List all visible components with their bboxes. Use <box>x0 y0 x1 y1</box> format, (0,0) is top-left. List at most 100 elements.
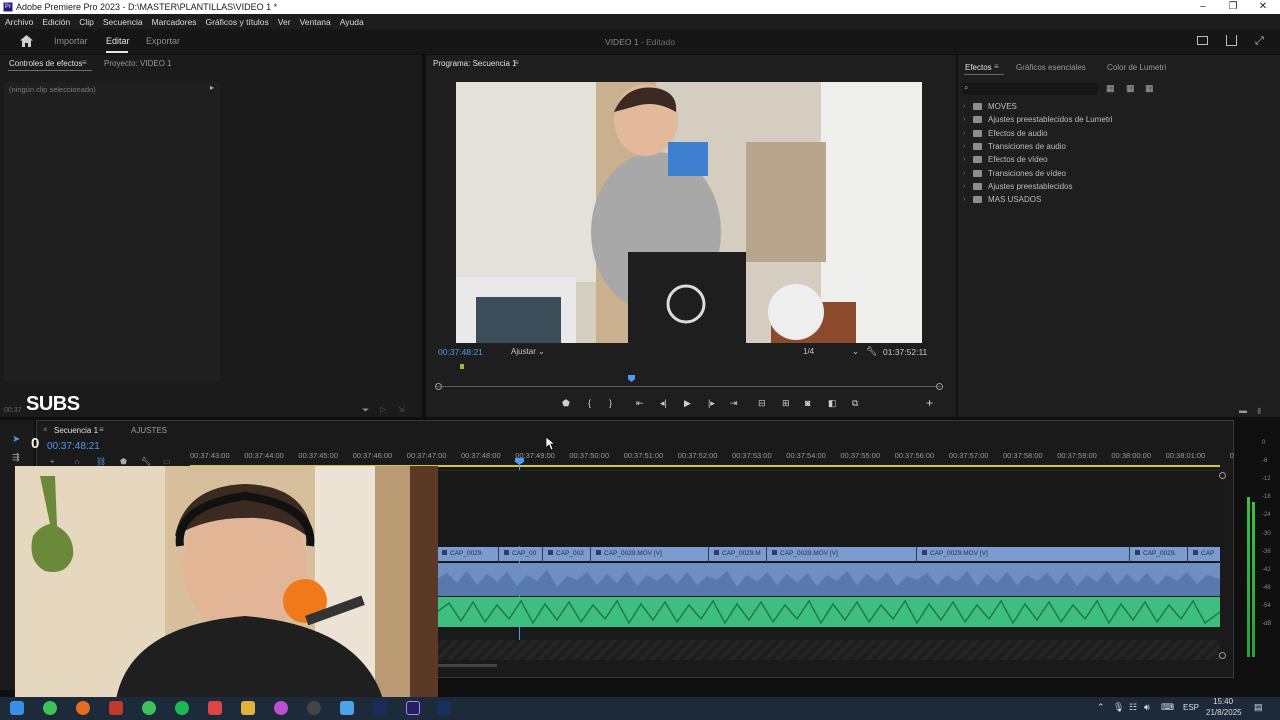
video-clip[interactable]: CAP <box>1188 547 1220 561</box>
effects-folder-lumetri-presets[interactable]: › Ajustes preestablecidos de Lumetri <box>963 113 1263 126</box>
tab-effects[interactable]: Efectos <box>965 63 992 72</box>
video-clip[interactable]: CAP_0029.MOV [V] <box>767 547 917 561</box>
play-icon[interactable]: ▶ <box>684 398 691 409</box>
step-back-icon[interactable]: ◂| <box>660 398 667 409</box>
video-clip[interactable]: CAP_002 <box>543 547 591 561</box>
fullscreen-icon[interactable]: ⤢ <box>1255 35 1264 48</box>
proxy-toggle-icon[interactable]: ⧉ <box>852 398 858 409</box>
export-frame-icon[interactable]: ⇲ <box>398 405 405 414</box>
network-icon[interactable]: ☷ <box>1129 702 1137 713</box>
audio-track-2[interactable] <box>436 597 1221 627</box>
tab-essential-graphics[interactable]: Gráficos esenciales <box>1016 63 1086 72</box>
taskbar-date[interactable]: 21/8/2025 <box>1206 708 1242 717</box>
add-marker-icon[interactable]: ⬟ <box>562 398 570 409</box>
linked-selection-icon[interactable]: ⛓︎ <box>96 457 106 466</box>
language-indicator[interactable]: ESP <box>1183 703 1199 712</box>
tab-effect-controls[interactable]: Controles de efectos <box>9 59 82 68</box>
selection-tool-icon[interactable]: ➤ <box>12 434 20 445</box>
scrubber-end-handle[interactable] <box>936 383 943 390</box>
effects-folder-video-transitions[interactable]: › Transiciones de vídeo <box>963 166 1263 179</box>
effects-folder-presets[interactable]: › Ajustes preestablecidos <box>963 180 1263 193</box>
minimize-icon[interactable]: – <box>1188 0 1218 14</box>
spotify-icon[interactable] <box>175 701 189 715</box>
sequence-menu-icon[interactable]: ≡ <box>99 425 104 434</box>
tab-ajustes[interactable]: AJUSTES <box>131 426 167 435</box>
panel-menu-icon[interactable]: ≡ <box>82 58 87 67</box>
accelerated-effects-icon[interactable]: ▦ <box>1106 83 1115 94</box>
vertical-scroll-handle-bottom[interactable] <box>1219 652 1226 659</box>
comparison-view-icon[interactable]: ◧ <box>828 398 837 409</box>
menu-archivo[interactable]: Archivo <box>5 17 33 27</box>
menu-ver[interactable]: Ver <box>278 17 291 27</box>
program-scrubber[interactable] <box>436 386 941 387</box>
video-clip[interactable]: CAP_0029. <box>437 547 499 561</box>
delete-icon[interactable]: ▮ <box>1257 406 1261 415</box>
tab-sequence-1[interactable]: Secuencia 1 <box>54 426 98 435</box>
settings-wrench-icon[interactable]: 🔧︎ <box>866 346 877 357</box>
32bit-effects-icon[interactable]: ▦ <box>1126 83 1135 94</box>
effects-folder-moves[interactable]: › MOVES <box>963 100 1263 113</box>
menu-edicion[interactable]: Edición <box>42 17 70 27</box>
timeline-marker-icon[interactable]: ⬟ <box>120 457 127 466</box>
extract-icon[interactable]: ⊞ <box>782 398 790 409</box>
effects-menu-icon[interactable]: ≡ <box>994 62 999 71</box>
restore-icon[interactable]: ❐ <box>1218 0 1248 14</box>
obs-icon[interactable] <box>307 701 321 715</box>
program-playhead[interactable] <box>628 375 635 382</box>
steam-icon[interactable] <box>437 701 451 715</box>
go-to-in-icon[interactable]: ⇤ <box>636 398 644 409</box>
effects-folder-audio-effects[interactable]: › Efectos de audio <box>963 127 1263 140</box>
keyboard-icon[interactable]: ⌨︎ <box>1161 702 1174 713</box>
vertical-scroll-handle-top[interactable] <box>1219 472 1226 479</box>
expand-arrow-icon[interactable]: ▸ <box>210 83 214 92</box>
mark-in-icon[interactable]: { <box>588 398 591 408</box>
app-purple-icon[interactable] <box>274 701 288 715</box>
tray-chevron-icon[interactable]: ⌃ <box>1097 702 1105 713</box>
tab-project[interactable]: Proyecto: VIDEO 1 <box>104 59 172 68</box>
magnet-icon[interactable]: ∩ <box>74 457 80 466</box>
whatsapp-2-icon[interactable] <box>142 701 156 715</box>
firefox-icon[interactable] <box>76 701 90 715</box>
video-clip[interactable]: CAP_0029.M <box>709 547 767 561</box>
button-editor-plus-icon[interactable]: + <box>926 396 933 410</box>
close-icon[interactable]: ✕ <box>1248 0 1278 14</box>
tab-program[interactable]: Programa: Secuencia 1 <box>433 59 517 68</box>
file-explorer-icon[interactable] <box>241 701 255 715</box>
menu-graficos[interactable]: Gráficos y títulos <box>205 17 268 27</box>
photoshop-icon[interactable] <box>373 701 387 715</box>
effects-search-input[interactable]: ⌕ <box>962 83 1098 95</box>
lift-icon[interactable]: ⊟ <box>758 398 766 409</box>
scrubber-start-handle[interactable] <box>435 383 442 390</box>
app-blue-icon[interactable] <box>340 701 354 715</box>
menu-ayuda[interactable]: Ayuda <box>340 17 364 27</box>
app-red-icon[interactable] <box>109 701 123 715</box>
whatsapp-icon[interactable] <box>43 701 57 715</box>
menu-ventana[interactable]: Ventana <box>300 17 331 27</box>
timeline-scrollbar[interactable] <box>437 664 497 667</box>
tab-lumetri-color[interactable]: Color de Lumetri <box>1107 63 1166 72</box>
volume-icon[interactable]: 🔊︎ <box>1144 702 1150 713</box>
fit-select[interactable]: Ajustar ⌄ <box>511 347 545 356</box>
video-clip[interactable]: CAP_0029.MOV [V] <box>917 547 1130 561</box>
timeline-timecode[interactable]: 00:37:48:21 <box>47 441 100 452</box>
effects-folder-audio-transitions[interactable]: › Transiciones de audio <box>963 140 1263 153</box>
captions-icon[interactable]: ▭ <box>163 457 171 466</box>
effects-folder-mas-usados[interactable]: › MAS USADOS <box>963 193 1263 206</box>
close-sequence-icon[interactable]: × <box>43 425 48 434</box>
play-audio-icon[interactable]: ▷ <box>380 405 386 414</box>
program-menu-icon[interactable]: ≡ <box>514 58 519 67</box>
yuv-effects-icon[interactable]: ▦ <box>1145 83 1154 94</box>
share-icon[interactable] <box>1226 35 1237 46</box>
windows-start-icon[interactable] <box>10 701 24 715</box>
step-forward-icon[interactable]: |▸ <box>708 398 715 409</box>
filter-icon[interactable]: ⏷ <box>362 405 369 416</box>
audio-track-1[interactable] <box>437 563 1220 596</box>
taskbar-time[interactable]: 15:40 <box>1213 697 1233 706</box>
resolution-select[interactable]: 1/4 ⌄ <box>803 347 859 356</box>
track-select-tool-icon[interactable]: ⇶ <box>12 452 20 463</box>
premiere-taskbar-icon[interactable] <box>406 701 420 715</box>
effects-folder-video-effects[interactable]: › Efectos de vídeo <box>963 153 1263 166</box>
export-frame-camera-icon[interactable]: ◙ <box>805 398 810 408</box>
go-to-out-icon[interactable]: ⇥ <box>730 398 738 409</box>
video-clip[interactable]: CAP_0029.MOV [V] <box>591 547 709 561</box>
